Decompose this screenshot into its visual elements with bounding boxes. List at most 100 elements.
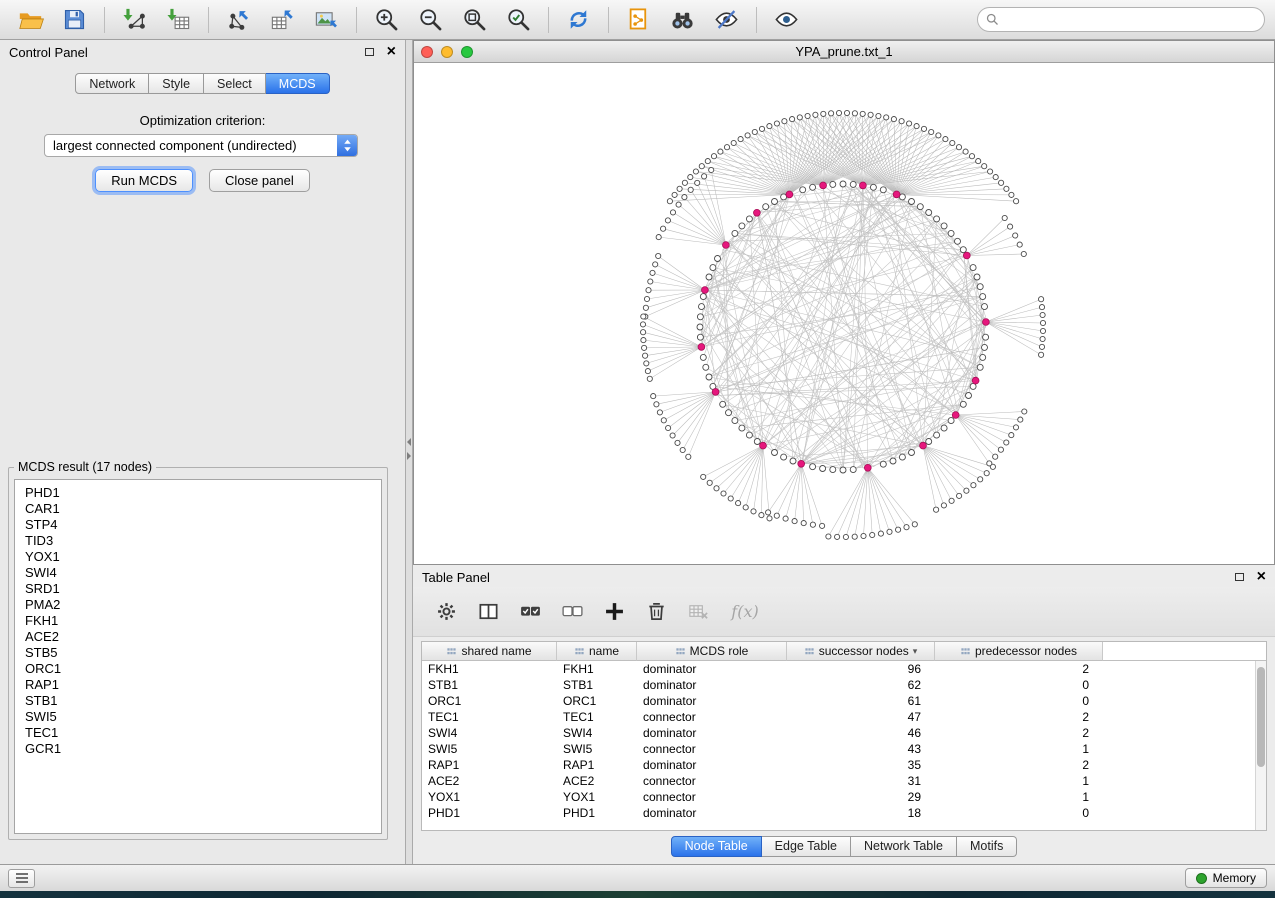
mcds-result-item[interactable]: SWI4	[25, 565, 381, 581]
cell-mcds-role: dominator	[637, 725, 787, 741]
toolbar-zoom-out-button[interactable]	[410, 3, 451, 37]
column-header-name[interactable]: name	[557, 642, 637, 661]
tab-select[interactable]: Select	[204, 73, 266, 94]
toolbar-save-session-button[interactable]	[54, 3, 95, 37]
mcds-result-item[interactable]: CAR1	[25, 501, 381, 517]
toolbar-hide-selected-button[interactable]	[706, 3, 747, 37]
float-panel-icon[interactable]	[365, 48, 374, 56]
table-row-phd1[interactable]: PHD1PHD1dominator180	[422, 805, 1266, 821]
mcds-result-item[interactable]: ORC1	[25, 661, 381, 677]
window-zoom-button[interactable]	[461, 46, 473, 58]
cell-shared-name: STB1	[422, 677, 557, 693]
mcds-result-item[interactable]: FKH1	[25, 613, 381, 629]
cell-name: ORC1	[557, 693, 637, 709]
close-panel-icon[interactable]: ×	[387, 45, 396, 59]
cell-mcds-role: dominator	[637, 805, 787, 821]
toolbar-apply-preferred-layout-button[interactable]	[558, 3, 599, 37]
toolbar-show-eye-button[interactable]	[766, 3, 807, 37]
mcds-result-list[interactable]: PHD1CAR1STP4TID3YOX1SWI4SRD1PMA2FKH1ACE2…	[14, 479, 382, 834]
optimization-criterion-select[interactable]: largest connected component (undirected)	[44, 134, 358, 157]
toolbar-zoom-fit-content-button[interactable]	[454, 3, 495, 37]
table-row-fkh1[interactable]: FKH1FKH1dominator962	[422, 661, 1266, 677]
table-row-orc1[interactable]: ORC1ORC1dominator610	[422, 693, 1266, 709]
table-toolbar-deselect-all-rows-button[interactable]	[555, 596, 589, 628]
cell-shared-name: PHD1	[422, 805, 557, 821]
mcds-result-item[interactable]: SRD1	[25, 581, 381, 597]
toolbar-zoom-in-button[interactable]	[366, 3, 407, 37]
toolbar-import-table-from-file-button[interactable]	[158, 3, 199, 37]
mcds-result-item[interactable]: TID3	[25, 533, 381, 549]
tab-style[interactable]: Style	[149, 73, 204, 94]
close-panel-button[interactable]: Close panel	[209, 169, 310, 192]
cell-mcds-role: dominator	[637, 677, 787, 693]
tab-motifs[interactable]: Motifs	[957, 836, 1017, 857]
column-header-mcds-role[interactable]: MCDS role	[637, 642, 787, 661]
toolbar-separator	[548, 7, 549, 33]
float-table-panel-icon[interactable]	[1235, 573, 1244, 581]
mcds-result-item[interactable]: PMA2	[25, 597, 381, 613]
table-toolbar-table-settings-button[interactable]	[429, 596, 463, 628]
mcds-result-item[interactable]: ACE2	[25, 629, 381, 645]
splitter-collapse-right-icon[interactable]	[407, 452, 411, 460]
table-toolbar-split-panel-button[interactable]	[471, 596, 505, 628]
status-menu-button[interactable]	[8, 869, 35, 888]
toolbar-find-binoculars-button[interactable]	[662, 3, 703, 37]
tab-network-table[interactable]: Network Table	[851, 836, 957, 857]
memory-button[interactable]: Memory	[1185, 868, 1267, 888]
table-row-swi5[interactable]: SWI5SWI5connector431	[422, 741, 1266, 757]
window-close-button[interactable]	[421, 46, 433, 58]
mcds-result-item[interactable]: YOX1	[25, 549, 381, 565]
column-header-shared-name[interactable]: shared name	[422, 642, 557, 661]
toolbar-import-network-from-file-button[interactable]	[114, 3, 155, 37]
panel-splitter[interactable]	[406, 40, 413, 864]
tab-mcds[interactable]: MCDS	[266, 73, 330, 94]
tab-node-table[interactable]: Node Table	[671, 836, 762, 857]
toolbar-zoom-selected-region-button[interactable]	[498, 3, 539, 37]
tab-edge-table[interactable]: Edge Table	[762, 836, 851, 857]
table-scrollbar-thumb[interactable]	[1257, 667, 1265, 767]
table-toolbar-clear-table-button[interactable]	[681, 596, 715, 628]
toolbar-separator	[104, 7, 105, 33]
window-minimize-button[interactable]	[441, 46, 453, 58]
table-scrollbar[interactable]	[1255, 661, 1266, 830]
table-panel-title: Table Panel	[422, 570, 490, 585]
mcds-result-item[interactable]: STP4	[25, 517, 381, 533]
mcds-result-item[interactable]: RAP1	[25, 677, 381, 693]
column-header-successor-nodes[interactable]: successor nodes▾	[787, 642, 935, 661]
mcds-result-item[interactable]: GCR1	[25, 741, 381, 757]
cell-name: SWI5	[557, 741, 637, 757]
table-toolbar-delete-column-button[interactable]	[639, 596, 673, 628]
toolbar-clone-network-button[interactable]	[618, 3, 659, 37]
table-row-stb1[interactable]: STB1STB1dominator620	[422, 677, 1266, 693]
mcds-result-item[interactable]: STB1	[25, 693, 381, 709]
toolbar-open-file-button[interactable]	[10, 3, 51, 37]
cell-shared-name: SWI5	[422, 741, 557, 757]
table-toolbar-function-builder-button[interactable]: f(x)	[723, 596, 767, 628]
toolbar-export-table-button[interactable]	[262, 3, 303, 37]
close-table-panel-icon[interactable]: ×	[1257, 570, 1266, 584]
table-row-rap1[interactable]: RAP1RAP1dominator352	[422, 757, 1266, 773]
column-header-predecessor-nodes[interactable]: predecessor nodes	[935, 642, 1103, 661]
column-grid-icon	[960, 646, 971, 657]
table-row-swi4[interactable]: SWI4SWI4dominator462	[422, 725, 1266, 741]
tab-network[interactable]: Network	[75, 73, 149, 94]
cell-mcds-role: connector	[637, 709, 787, 725]
search-input[interactable]	[977, 7, 1265, 32]
mcds-result-item[interactable]: STB5	[25, 645, 381, 661]
network-graph-canvas[interactable]	[414, 63, 1274, 564]
cell-shared-name: ACE2	[422, 773, 557, 789]
mcds-result-item[interactable]: TEC1	[25, 725, 381, 741]
run-mcds-button[interactable]: Run MCDS	[95, 169, 193, 192]
mcds-result-item[interactable]: SWI5	[25, 709, 381, 725]
toolbar-export-network-button[interactable]	[218, 3, 259, 37]
table-row-ace2[interactable]: ACE2ACE2connector311	[422, 773, 1266, 789]
zoom-out-icon	[417, 6, 444, 33]
splitter-collapse-left-icon[interactable]	[407, 438, 411, 446]
table-toolbar-select-all-rows-button[interactable]	[513, 596, 547, 628]
table-row-yox1[interactable]: YOX1YOX1connector291	[422, 789, 1266, 805]
toolbar-export-image-button[interactable]	[306, 3, 347, 37]
mcds-result-item[interactable]: PHD1	[25, 485, 381, 501]
network-window-titlebar: YPA_prune.txt_1	[414, 41, 1274, 63]
table-toolbar-add-column-button[interactable]	[597, 596, 631, 628]
table-row-tec1[interactable]: TEC1TEC1connector472	[422, 709, 1266, 725]
